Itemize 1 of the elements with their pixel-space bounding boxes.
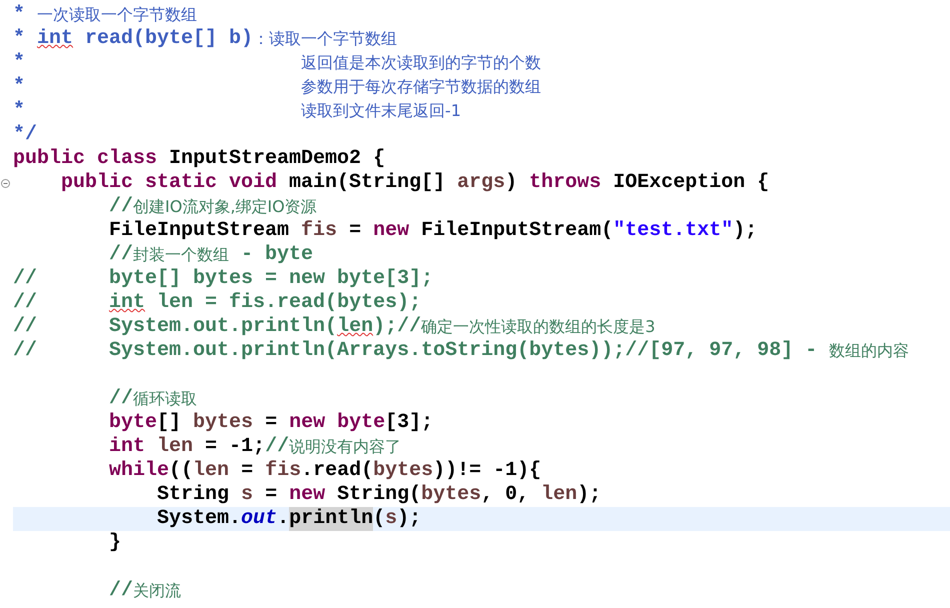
collapse-icon[interactable] (1, 178, 10, 188)
